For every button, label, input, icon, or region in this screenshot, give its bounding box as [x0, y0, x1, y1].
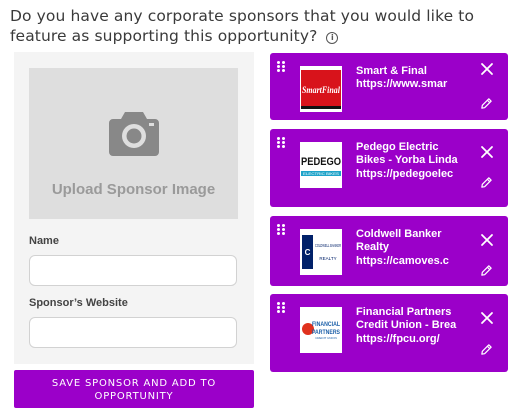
sponsor-info: Pedego Electric Bikes - Yorba Linda http… — [356, 141, 458, 181]
sponsor-name: Smart & Final — [356, 65, 427, 77]
sponsor-name: Coldwell Banker Realty — [356, 228, 442, 254]
drag-handle-icon[interactable] — [277, 302, 285, 313]
sponsor-url: https://camoves.c — [356, 254, 449, 267]
sponsor-logo: PEDEGO ELECTRIC BIKES — [300, 142, 342, 188]
sponsor-logo: C COLDWELL BANKER REALTY — [300, 229, 342, 275]
pencil-icon[interactable] — [480, 343, 493, 356]
sponsor-logo: SmartFinal — [300, 66, 342, 112]
svg-text:FINANCIAL: FINANCIAL — [312, 322, 340, 328]
pencil-icon[interactable] — [480, 176, 493, 189]
website-input[interactable] — [29, 317, 237, 348]
sponsor-info: Coldwell Banker Realty https://camoves.c — [356, 228, 458, 268]
pencil-icon[interactable] — [480, 264, 493, 277]
svg-text:CREDIT UNION: CREDIT UNION — [315, 336, 337, 340]
sponsor-card: FINANCIAL PARTNERS CREDIT UNION Financia… — [270, 294, 508, 372]
drag-handle-icon[interactable] — [277, 61, 285, 72]
close-icon[interactable] — [480, 233, 494, 247]
sponsor-url: https://fpcu.org/ — [356, 332, 440, 345]
close-icon[interactable] — [480, 62, 494, 76]
svg-text:PEDEGO: PEDEGO — [301, 156, 341, 168]
question-text: Do you have any corporate sponsors that … — [10, 6, 525, 46]
upload-sponsor-image[interactable]: Upload Sponsor Image — [29, 68, 238, 219]
sponsor-info: Financial Partners Credit Union - Brea h… — [356, 306, 458, 346]
sponsor-card: SmartFinal Smart & Final https://www.sma… — [270, 53, 508, 120]
upload-label: Upload Sponsor Image — [51, 181, 216, 198]
svg-text:REALTY: REALTY — [319, 256, 336, 261]
drag-handle-icon[interactable] — [277, 224, 285, 235]
sponsor-card: PEDEGO ELECTRIC BIKES Pedego Electric Bi… — [270, 129, 508, 207]
svg-text:COLDWELL BANKER: COLDWELL BANKER — [315, 243, 341, 248]
sponsor-name: Pedego Electric Bikes - Yorba Linda — [356, 141, 458, 167]
info-icon[interactable]: i — [326, 32, 339, 44]
drag-handle-icon[interactable] — [277, 137, 285, 148]
close-icon[interactable] — [480, 145, 494, 159]
coldwell-banker-logo: C COLDWELL BANKER REALTY — [300, 229, 342, 275]
svg-text:ELECTRIC BIKES: ELECTRIC BIKES — [303, 171, 339, 176]
svg-text:C: C — [305, 248, 311, 257]
sponsor-info: Smart & Final https://www.smar — [356, 65, 458, 92]
sponsor-form: Upload Sponsor Image Name Sponsor’s Webs… — [14, 52, 254, 364]
camera-icon — [109, 112, 159, 156]
question-label: Do you have any corporate sponsors that … — [10, 7, 475, 45]
sponsor-card: C COLDWELL BANKER REALTY Coldwell Banker… — [270, 216, 508, 286]
save-sponsor-button[interactable]: SAVE SPONSOR AND ADD TO OPPORTUNITY — [14, 370, 254, 408]
sponsor-logo: FINANCIAL PARTNERS CREDIT UNION — [300, 307, 342, 353]
smart-final-logo: SmartFinal — [300, 66, 342, 112]
name-label: Name — [29, 235, 59, 247]
pedego-logo: PEDEGO ELECTRIC BIKES — [300, 142, 342, 188]
website-label: Sponsor’s Website — [29, 297, 128, 309]
name-input[interactable] — [29, 255, 237, 286]
svg-text:SmartFinal: SmartFinal — [302, 85, 340, 95]
sponsor-url: https://www.smar — [356, 78, 448, 91]
sponsor-name: Financial Partners Credit Union - Brea — [356, 306, 457, 332]
financial-partners-logo: FINANCIAL PARTNERS CREDIT UNION — [300, 307, 342, 353]
pencil-icon[interactable] — [480, 97, 493, 110]
close-icon[interactable] — [480, 311, 494, 325]
sponsor-url: https://pedegoelec — [356, 167, 454, 180]
